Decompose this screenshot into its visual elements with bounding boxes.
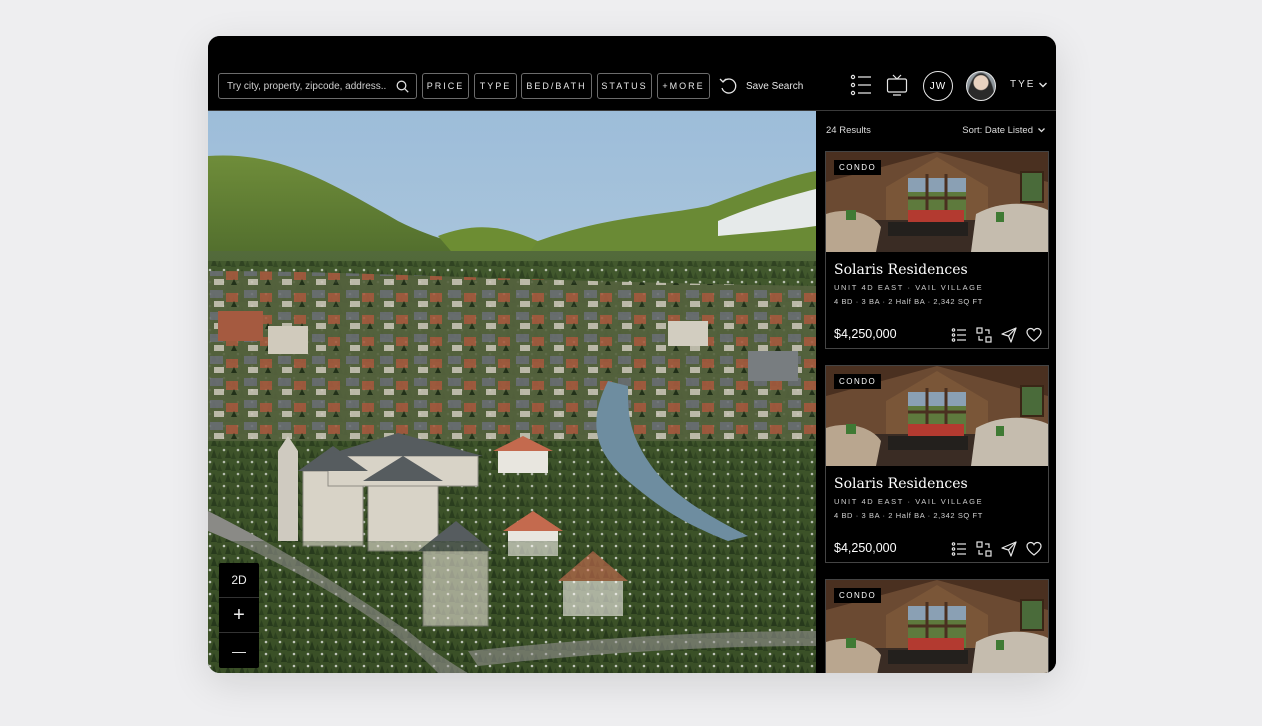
listing-photo[interactable]: CONDO xyxy=(826,152,1048,252)
results-panel: 24 Results Sort: Date Listed CONDO Solar… xyxy=(817,111,1056,673)
app-window: PRICE TYPE BED/BATH STATUS +MORE Save Se… xyxy=(208,36,1056,673)
save-search-button[interactable]: Save Search xyxy=(718,76,803,96)
listing-type-badge: CONDO xyxy=(834,374,882,389)
list-details-icon[interactable] xyxy=(951,541,967,557)
sort-label: Sort: Date Listed xyxy=(962,125,1033,136)
save-search-label: Save Search xyxy=(746,80,804,92)
listing-subtitle: UNIT 4D EAST · VAIL VILLAGE xyxy=(834,497,984,506)
chevron-down-icon xyxy=(1039,82,1048,87)
filter-price-button[interactable]: PRICE xyxy=(422,73,469,99)
listing-type-badge: CONDO xyxy=(834,160,882,175)
top-bar: PRICE TYPE BED/BATH STATUS +MORE Save Se… xyxy=(208,36,1056,111)
listing-details: 4 BD · 3 BA · 2 Half BA · 2,342 SQ FT xyxy=(834,511,983,520)
share-icon[interactable] xyxy=(1001,541,1017,557)
zoom-out-button[interactable]: — xyxy=(219,633,259,668)
heart-icon[interactable] xyxy=(1026,541,1042,557)
results-count: 24 Results xyxy=(826,125,871,136)
heart-icon[interactable] xyxy=(1026,327,1042,343)
listing-card[interactable]: CONDO Solaris Residences UNIT 4D EAST · … xyxy=(825,151,1049,349)
user-menu[interactable]: TYE xyxy=(1010,79,1048,90)
listing-price: $4,250,000 xyxy=(834,541,897,555)
listing-actions xyxy=(951,327,1042,343)
listing-type-badge: CONDO xyxy=(834,588,882,603)
share-icon[interactable] xyxy=(1001,327,1017,343)
search-icon[interactable] xyxy=(396,80,409,93)
map-view[interactable]: 2D + — xyxy=(208,111,816,673)
listing-subtitle: UNIT 4D EAST · VAIL VILLAGE xyxy=(834,283,984,292)
list-view-icon[interactable] xyxy=(850,72,872,98)
user-name: TYE xyxy=(1010,79,1036,90)
listing-actions xyxy=(951,541,1042,557)
tv-icon[interactable] xyxy=(886,72,908,98)
search-input[interactable] xyxy=(227,80,387,92)
listing-card[interactable]: CONDO Solaris Residences UNIT 4D EAST · … xyxy=(825,365,1049,563)
user-initials-button[interactable]: JW xyxy=(923,71,953,101)
zoom-in-button[interactable]: + xyxy=(219,598,259,633)
listing-details: 4 BD · 3 BA · 2 Half BA · 2,342 SQ FT xyxy=(834,297,983,306)
filter-bed-bath-button[interactable]: BED/BATH xyxy=(521,73,592,99)
avatar[interactable] xyxy=(966,71,996,101)
listing-photo[interactable]: CONDO xyxy=(826,580,1048,673)
sort-dropdown[interactable]: Sort: Date Listed xyxy=(962,125,1046,136)
filter-more-button[interactable]: +MORE xyxy=(657,73,710,99)
toggle-2d-button[interactable]: 2D xyxy=(219,563,259,598)
listing-title: Solaris Residences xyxy=(834,476,968,492)
listing-photo[interactable]: CONDO xyxy=(826,366,1048,466)
map-controls: 2D + — xyxy=(219,563,259,668)
search-box[interactable] xyxy=(218,73,417,99)
aerial-map-image xyxy=(208,111,816,673)
compare-icon[interactable] xyxy=(976,541,992,557)
chevron-down-icon xyxy=(1038,128,1045,133)
compare-icon[interactable] xyxy=(976,327,992,343)
undo-icon xyxy=(719,78,737,94)
listing-card[interactable]: CONDO xyxy=(825,579,1049,673)
filter-status-button[interactable]: STATUS xyxy=(597,73,652,99)
listing-title: Solaris Residences xyxy=(834,262,968,278)
listing-price: $4,250,000 xyxy=(834,327,897,341)
filter-type-button[interactable]: TYPE xyxy=(474,73,517,99)
list-details-icon[interactable] xyxy=(951,327,967,343)
